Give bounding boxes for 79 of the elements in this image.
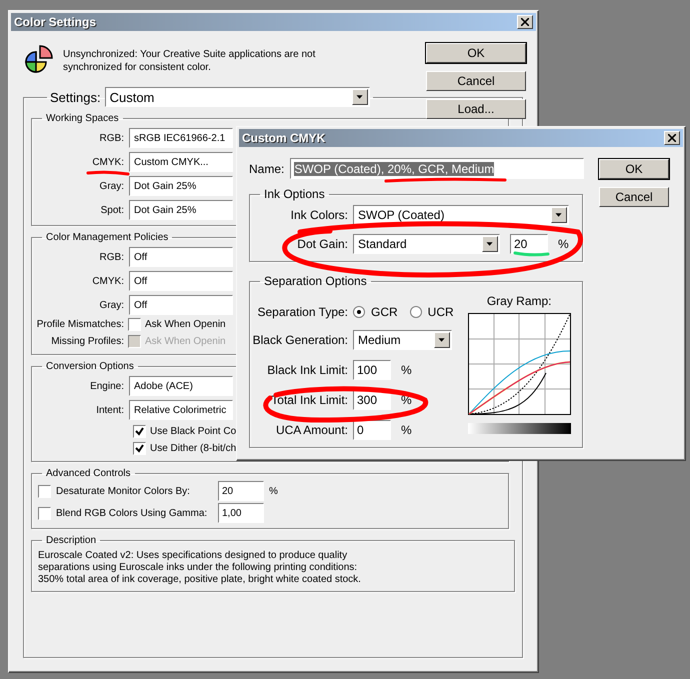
field-label: Gray: <box>98 180 124 192</box>
field-label: Black Ink Limit: <box>266 363 348 377</box>
conversion-dropdown[interactable]: Relative Colorimetric <box>129 400 233 420</box>
policy-dropdown[interactable]: Off <box>129 247 233 267</box>
dialog-button[interactable]: Load... <box>426 99 526 119</box>
input-field[interactable]: 100 <box>353 360 391 380</box>
dialog-button[interactable]: Cancel <box>599 187 669 207</box>
field-label: Intent: <box>95 404 124 416</box>
checkbox-label: Ask When Openin <box>145 318 226 330</box>
radio-button[interactable] <box>353 306 365 318</box>
group-title: Advanced Controls <box>45 468 132 479</box>
checkbox-label: Use Black Point Co <box>150 426 236 436</box>
checkbox[interactable] <box>38 484 51 498</box>
field-label: Name: <box>249 162 284 176</box>
group-title: Working Spaces <box>45 113 120 124</box>
description-text: Euroscale Coated v2: Uses specifications designed to produce quality separations using Euroscale inks under the following printing conditions: 350% total area of ink coverage, positive plate, bright white coated stock. <box>37 549 362 586</box>
unit-label: % <box>401 393 412 407</box>
field-label: Total Ink Limit: <box>270 393 348 407</box>
checkbox-label: Desaturate Monitor Colors By: <box>56 486 191 496</box>
working-space-dropdown[interactable]: sRGB IEC61966-2.1 <box>129 128 233 148</box>
checkbox-label: Use Dither (8-bit/ch <box>150 442 236 454</box>
radio-label: UCR <box>428 305 454 319</box>
window-title: Color Settings <box>14 15 96 29</box>
group-title: Description <box>45 535 98 546</box>
ramp-label: Gray Ramp: <box>486 294 552 308</box>
checkbox[interactable] <box>133 424 146 438</box>
close-button[interactable] <box>517 15 533 29</box>
field-label: Profile Mismatches: <box>36 318 124 330</box>
field-label: Engine: <box>89 380 124 392</box>
radio-label: GCR <box>371 305 398 319</box>
checkbox[interactable] <box>128 318 141 330</box>
field-label: Ink Colors: <box>290 208 348 222</box>
conversion-dropdown[interactable]: Adobe (ACE) <box>129 376 233 396</box>
field-label: Dot Gain: <box>296 237 348 251</box>
checkbox[interactable] <box>133 442 146 454</box>
working-space-dropdown[interactable]: Dot Gain 25% <box>129 176 233 196</box>
field-label: CMYK: <box>91 156 124 168</box>
working-space-dropdown[interactable]: Custom CMYK... <box>129 152 233 172</box>
input-field[interactable]: 1,00 <box>218 503 264 523</box>
field-label: Missing Profiles: <box>50 336 124 346</box>
close-icon <box>668 134 676 142</box>
generation-dropdown[interactable]: Medium <box>353 330 452 350</box>
sync-message: Unsynchronized: Your Creative Suite applications are not synchronized for consistent color. <box>63 48 316 74</box>
field-label: RGB: <box>98 252 124 262</box>
settings-label: Settings: <box>50 90 101 104</box>
dialog-button[interactable]: OK <box>426 43 526 63</box>
group-title: Ink Options <box>263 187 326 201</box>
group-title: Separation Options <box>263 274 368 288</box>
settings-dropdown[interactable]: Custom <box>104 87 370 107</box>
field-label: Gray: <box>98 300 124 310</box>
name-field[interactable]: SWOP (Coated), 20%, GCR, Medium <box>290 158 584 179</box>
field-label: Spot: <box>100 204 124 216</box>
unit-label: % <box>558 237 569 251</box>
close-icon <box>521 18 529 26</box>
unit-label: % <box>401 423 412 437</box>
unit-label: % <box>401 363 412 377</box>
dialog-button[interactable]: OK <box>599 159 669 179</box>
policy-dropdown[interactable]: Off <box>129 295 233 315</box>
checkbox-label: Ask When Openin <box>145 336 226 346</box>
input-field[interactable]: 20 <box>218 481 264 501</box>
unit-label: % <box>269 486 278 496</box>
field-label: RGB: <box>98 132 124 144</box>
window-title: Custom CMYK <box>242 131 326 145</box>
group-title: Color Management Policies <box>45 232 170 243</box>
field-label: Separation Type: <box>256 305 348 319</box>
policy-dropdown[interactable]: Off <box>129 271 233 291</box>
input-field[interactable]: 0 <box>353 420 391 440</box>
input-field[interactable]: 20 <box>510 234 548 254</box>
checkbox-label: Blend RGB Colors Using Gamma: <box>56 508 208 518</box>
working-space-dropdown[interactable]: Dot Gain 25% <box>129 200 233 220</box>
group-title: Conversion Options <box>45 361 135 372</box>
field-label: CMYK: <box>91 276 124 286</box>
dot-gain-dropdown[interactable]: Standard <box>353 234 500 254</box>
field-label: UCA Amount: <box>274 423 348 437</box>
close-button[interactable] <box>664 131 680 145</box>
checkbox[interactable] <box>38 506 51 520</box>
field-label: Black Generation: <box>252 333 348 347</box>
radio-button[interactable] <box>410 306 422 318</box>
dialog-button[interactable]: Cancel <box>426 71 526 91</box>
